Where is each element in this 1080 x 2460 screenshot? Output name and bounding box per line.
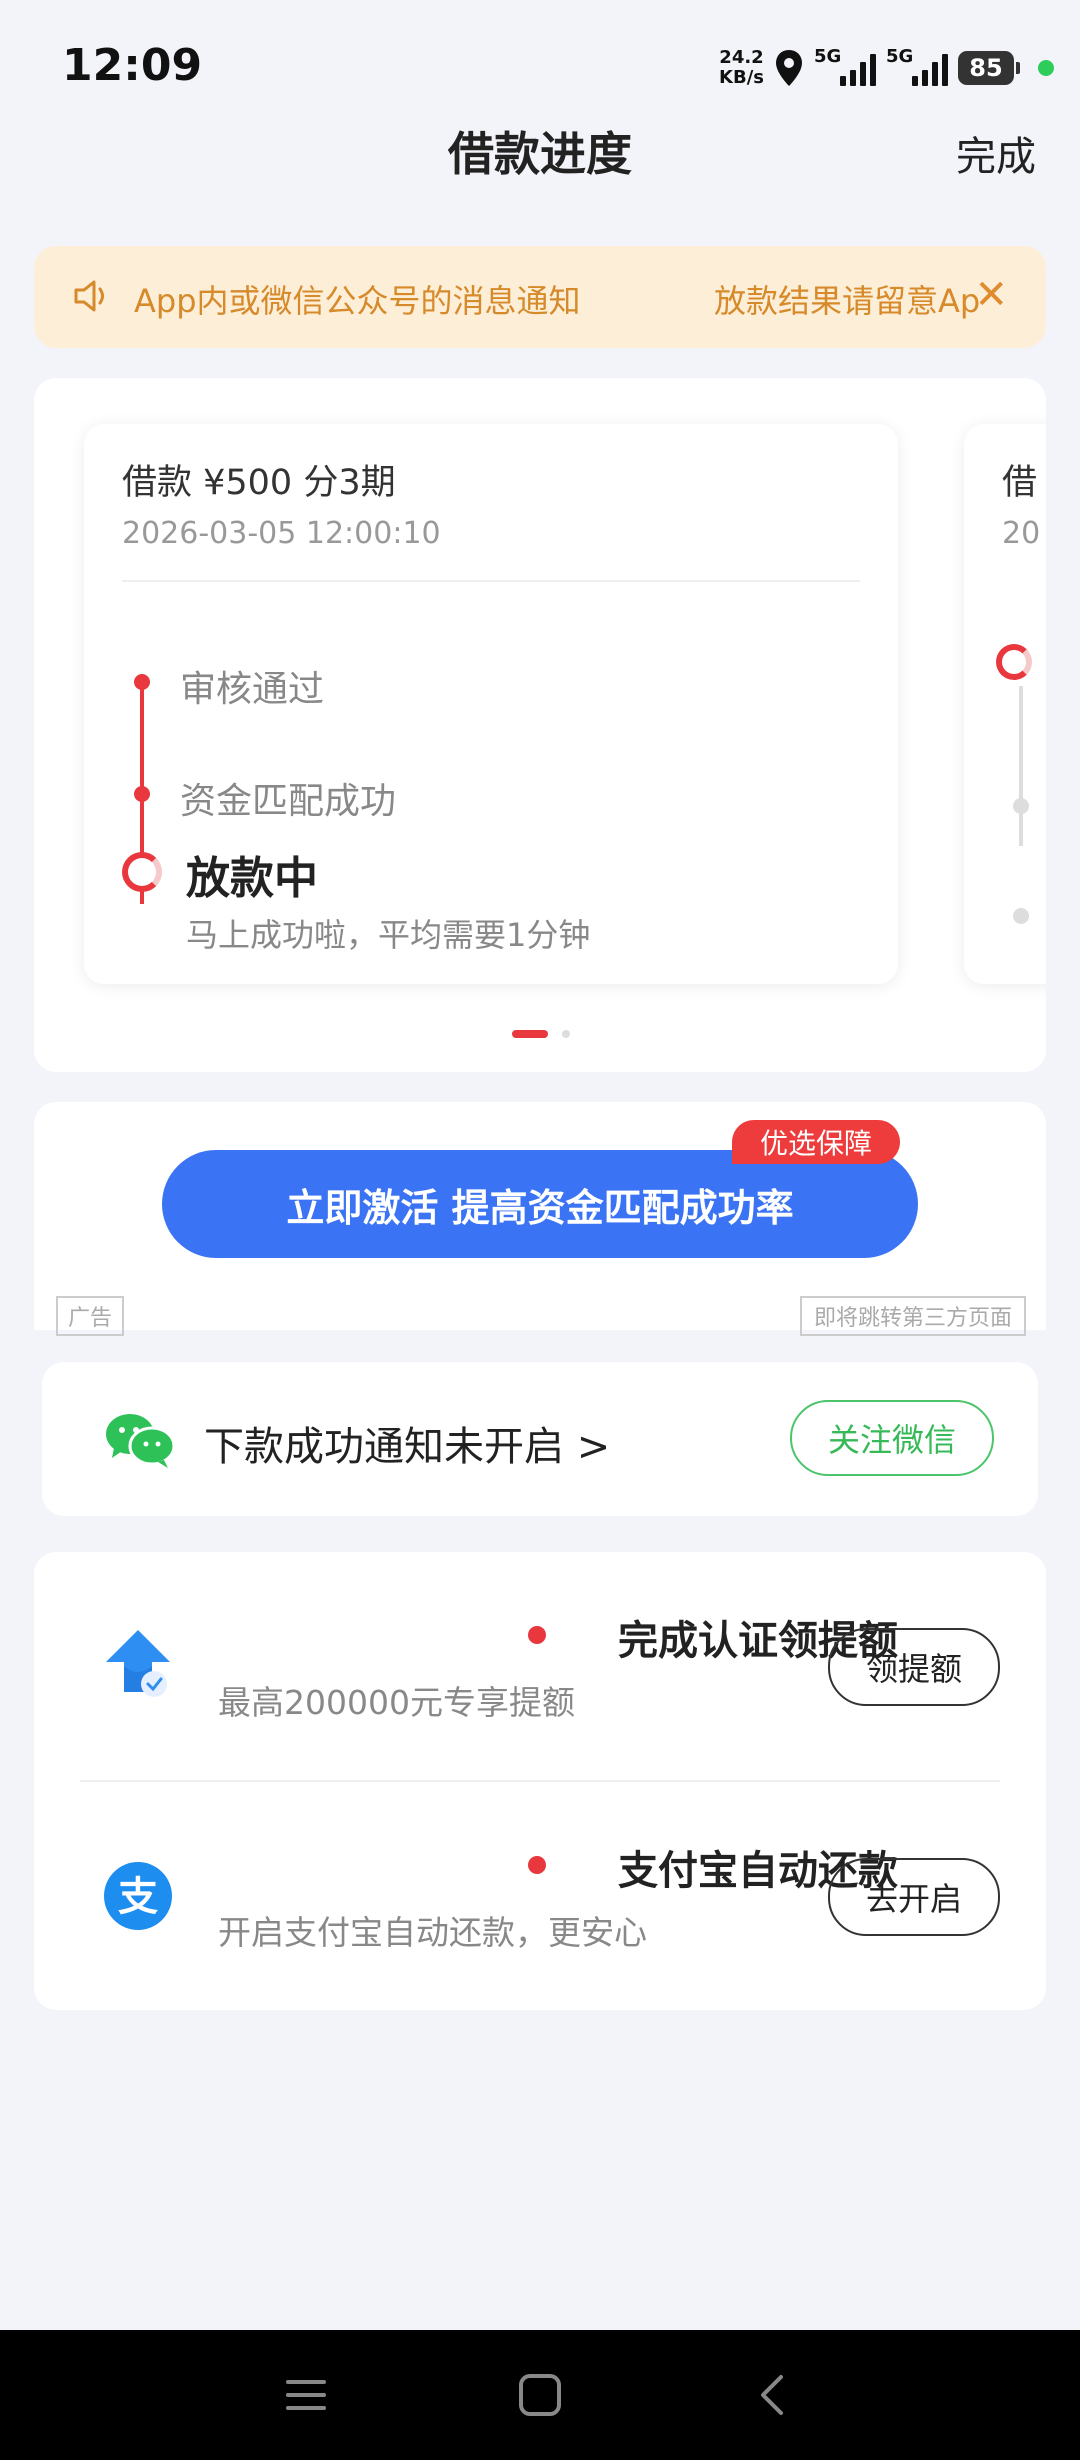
network-speed: 24.2 KB/s [719, 48, 764, 88]
page-title: 借款进度 [448, 127, 632, 181]
menu-icon[interactable] [246, 2330, 366, 2460]
ad-tag-badge: 优选保障 [732, 1120, 901, 1164]
wechat-notice-text[interactable]: 下款成功通知未开启 > [204, 1414, 610, 1472]
tasks-card: 完成认证领提额 最高200000元专享提额 领提额 支 支付宝自动还款 开启支付… [34, 1552, 1046, 2010]
timeline-dot-1 [134, 674, 150, 690]
new-badge-dot [528, 1856, 546, 1874]
timeline-dot-next-2 [1013, 908, 1029, 924]
task-item-alipay-autopay[interactable]: 支 支付宝自动还款 开启支付宝自动还款，更安心 去开启 [34, 1782, 1046, 2002]
activate-button[interactable]: 立即激活 提高资金匹配成功率 [162, 1150, 918, 1258]
ad-label: 广告 [56, 1296, 125, 1336]
close-icon[interactable]: ✕ [974, 272, 1008, 318]
loan-card-next[interactable]: 借 20 [964, 424, 1046, 984]
status-icons: 24.2 KB/s 5G 5G 85 [719, 40, 1054, 96]
location-icon [776, 50, 802, 86]
svg-text:支: 支 [118, 1874, 158, 1920]
new-badge-dot [528, 1626, 546, 1644]
done-button[interactable]: 完成 [956, 124, 1036, 182]
network-speed-unit: KB/s [719, 67, 764, 88]
signal-sim1-icon: 5G [814, 46, 876, 86]
timeline-dot-2 [134, 786, 150, 802]
pager-dot [562, 1030, 570, 1038]
enable-autopay-button[interactable]: 去开启 [828, 1858, 1000, 1936]
follow-wechat-button[interactable]: 关注微信 [790, 1400, 994, 1476]
task-subtitle: 开启支付宝自动还款，更安心 [218, 1913, 647, 1952]
timeline-ring-next [996, 644, 1032, 680]
step-label-1: 审核通过 [180, 669, 325, 710]
timeline-dot-next-1 [1013, 798, 1029, 814]
wechat-icon [106, 1414, 176, 1468]
loan-date-next: 20 [1002, 516, 1041, 551]
back-icon[interactable] [712, 2330, 832, 2460]
claim-increase-button[interactable]: 领提额 [828, 1628, 1000, 1706]
home-icon[interactable] [480, 2330, 600, 2460]
sim1-label: 5G [814, 46, 842, 67]
loan-summary: 借款 ¥500 分3期 [122, 463, 396, 503]
network-speed-value: 24.2 [719, 47, 764, 68]
notice-banner: App内或微信公众号的消息通知 放款结果请留意Ap ✕ [34, 246, 1046, 348]
status-time: 12:09 [62, 40, 203, 91]
speaker-icon [74, 280, 104, 312]
loan-summary-next: 借 [1002, 463, 1038, 503]
pager-dot-active [512, 1030, 548, 1038]
upgrade-arrow-icon [106, 1630, 170, 1697]
step-current-hint: 马上成功啦，平均需要1分钟 [186, 916, 591, 954]
step-label-current: 放款中 [186, 853, 318, 904]
carousel-pager [512, 1030, 570, 1038]
wechat-notice-card[interactable]: 下款成功通知未开启 > 关注微信 [42, 1362, 1038, 1516]
step-label-2: 资金匹配成功 [180, 781, 397, 822]
loan-card[interactable]: 借款 ¥500 分3期 2026-03-05 12:00:10 审核通过 资金匹… [84, 424, 898, 984]
timeline-current-ring [122, 852, 162, 892]
loan-progress-carousel[interactable]: 借款 ¥500 分3期 2026-03-05 12:00:10 审核通过 资金匹… [34, 378, 1046, 1072]
notice-text-2: 放款结果请留意Ap [714, 282, 981, 320]
sim2-label: 5G [886, 46, 914, 67]
alipay-icon: 支 [104, 1862, 172, 1930]
signal-sim2-icon: 5G [886, 46, 948, 86]
divider [122, 580, 860, 582]
task-item-credit-increase[interactable]: 完成认证领提额 最高200000元专享提额 领提额 [34, 1552, 1046, 1772]
timeline-line-next [1019, 686, 1023, 846]
ad-jump-hint: 即将跳转第三方页面 [799, 1296, 1026, 1336]
system-nav-bar [0, 2330, 1080, 2460]
notice-text-1: App内或微信公众号的消息通知 [134, 282, 581, 320]
privacy-indicator-dot [1038, 60, 1054, 76]
battery-icon: 85 [958, 51, 1020, 85]
ad-card: 立即激活 提高资金匹配成功率 优选保障 广告 即将跳转第三方页面 [34, 1102, 1046, 1336]
task-subtitle: 最高200000元专享提额 [218, 1683, 575, 1722]
loan-date: 2026-03-05 12:00:10 [122, 516, 441, 551]
